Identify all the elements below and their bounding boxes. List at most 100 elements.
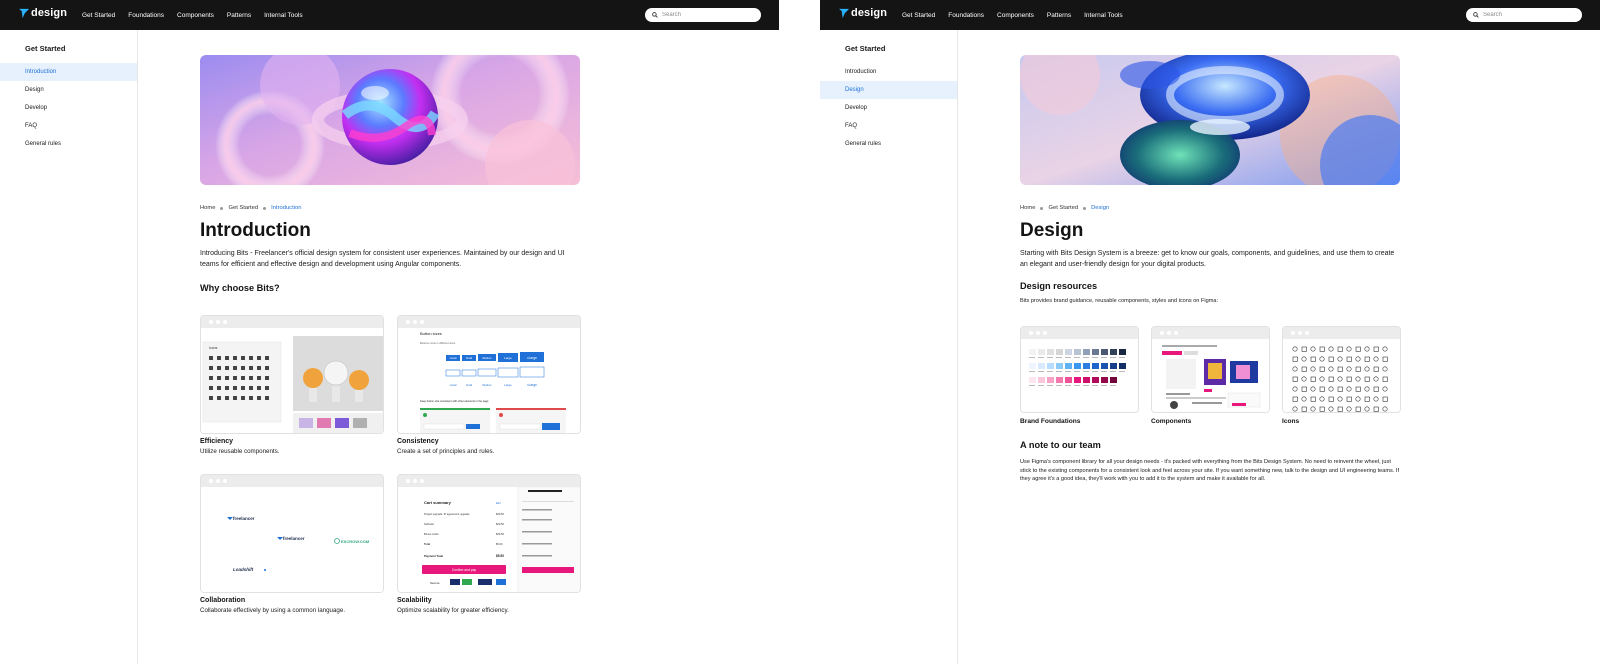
sidebar-item-design[interactable]: Design xyxy=(0,81,137,99)
breadcrumb-get-started[interactable]: Get Started xyxy=(1048,205,1078,211)
breadcrumb: Home Get Started Design xyxy=(1020,205,1109,211)
nav-item-components[interactable]: Components xyxy=(177,12,214,19)
card-title: Efficiency xyxy=(200,438,234,445)
svg-text:Confirm and pay: Confirm and pay xyxy=(452,568,477,572)
search-icon xyxy=(652,12,658,18)
card-description: Create a set of principles and rules. xyxy=(397,448,495,455)
brand-loadshift: Loadshift xyxy=(233,567,254,572)
cart-title: Cart summary xyxy=(424,500,452,505)
brand-escrow: ESCROW.COM xyxy=(341,539,370,544)
breadcrumb-separator xyxy=(1083,206,1087,210)
svg-text:$5.00: $5.00 xyxy=(496,542,503,546)
search-icon xyxy=(1473,12,1479,18)
svg-text:Total: Total xyxy=(424,542,430,546)
nav-item-patterns[interactable]: Patterns xyxy=(227,12,251,19)
note-text: Use Figma's component library for all yo… xyxy=(1020,459,1400,483)
breadcrumb-home[interactable]: Home xyxy=(200,205,215,211)
top-navbar: design Get Started Foundations Component… xyxy=(0,0,779,30)
card-description: Collaborate effectively by using a commo… xyxy=(200,607,346,614)
svg-text:$20.50: $20.50 xyxy=(496,512,504,516)
svg-text:Small: Small xyxy=(466,384,472,387)
resource-card-title: Components xyxy=(1151,418,1192,425)
freelancer-bird-icon xyxy=(19,8,30,18)
button-sizes-subtitle: Buttons come in different sizes xyxy=(420,341,456,345)
svg-text:Secure: Secure xyxy=(430,581,440,585)
nav-menu: Get Started Foundations Components Patte… xyxy=(82,0,303,30)
hero-image xyxy=(1020,55,1400,185)
sidebar-item-general-rules[interactable]: General rules xyxy=(820,135,957,153)
sidebar-item-faq[interactable]: FAQ xyxy=(0,117,137,135)
brand-freelancer: freelancer xyxy=(233,516,255,521)
intro-text: Starting with Bits Design System is a br… xyxy=(1020,250,1395,268)
search-input[interactable] xyxy=(662,12,757,18)
search-box[interactable] xyxy=(645,8,761,22)
intro-text: Introducing Bits - Freelancer's official… xyxy=(200,250,565,268)
page-title: Introduction xyxy=(200,220,311,241)
sidebar-item-general-rules[interactable]: General rules xyxy=(0,135,137,153)
brand-freelancer: freelancer xyxy=(283,536,305,541)
hero-image xyxy=(200,55,580,185)
resource-card-title: Brand Foundations xyxy=(1020,418,1081,425)
breadcrumb-separator xyxy=(1040,206,1044,210)
breadcrumb-home[interactable]: Home xyxy=(1020,205,1035,211)
logo-text: design xyxy=(31,7,68,19)
svg-text:Edit: Edit xyxy=(496,501,501,505)
sidebar-item-faq[interactable]: FAQ xyxy=(820,117,957,135)
card-preview: Icons xyxy=(200,315,384,434)
search-input[interactable] xyxy=(1483,12,1578,18)
svg-text:xsmall: xsmall xyxy=(450,357,457,360)
svg-text:Small: Small xyxy=(466,357,472,360)
svg-text:Large: Large xyxy=(504,356,512,360)
card-preview xyxy=(1282,326,1401,413)
logo-text: design xyxy=(851,7,888,19)
sidebar-item-design[interactable]: Design xyxy=(820,81,957,99)
nav-item-get-started[interactable]: Get Started xyxy=(902,12,935,19)
svg-text:Project upgrade: IP agreement: Project upgrade: IP agreement upgrade xyxy=(424,512,470,516)
card-title: Collaboration xyxy=(200,597,246,604)
svg-text:Medium: Medium xyxy=(482,383,491,387)
sidebar-item-introduction[interactable]: Introduction xyxy=(0,63,137,81)
card-preview xyxy=(1020,326,1139,413)
card-preview: Cart summary Edit Project upgrade: IP ag… xyxy=(397,474,581,593)
sidebar-item-introduction[interactable]: Introduction xyxy=(820,63,957,81)
logo[interactable]: design xyxy=(839,7,887,19)
svg-text:Bonus credit: Bonus credit xyxy=(424,532,439,536)
button-sizes-title: Button sizes xyxy=(420,331,442,336)
breadcrumb-separator xyxy=(263,206,267,210)
breadcrumb-current: Design xyxy=(1091,205,1110,211)
search-box[interactable] xyxy=(1466,8,1582,22)
page-design: design Get Started Foundations Component… xyxy=(820,0,1600,664)
card-description: Optimize scalability for greater efficie… xyxy=(397,607,509,614)
svg-text:Subtotal: Subtotal xyxy=(424,522,434,526)
sidebar-heading: Get Started xyxy=(845,44,886,53)
breadcrumb: Home Get Started Introduction xyxy=(200,205,301,211)
card-description: Utilize reusable components. xyxy=(200,448,280,455)
svg-text:xLarge: xLarge xyxy=(527,356,537,360)
svg-text:Large: Large xyxy=(504,383,512,387)
sidebar: Get Started Introduction Design Develop … xyxy=(820,30,958,664)
icons-panel-label: Icons xyxy=(209,346,218,350)
nav-item-foundations[interactable]: Foundations xyxy=(948,12,984,19)
page-introduction: design Get Started Foundations Component… xyxy=(0,0,779,664)
logo[interactable]: design xyxy=(19,7,67,19)
sidebar-item-develop[interactable]: Develop xyxy=(0,99,137,117)
nav-item-components[interactable]: Components xyxy=(997,12,1034,19)
top-navbar: design Get Started Foundations Component… xyxy=(820,0,1600,30)
section-title-why-bits: Why choose Bits? xyxy=(200,283,280,293)
nav-item-internal-tools[interactable]: Internal Tools xyxy=(264,12,303,19)
nav-item-foundations[interactable]: Foundations xyxy=(128,12,164,19)
svg-text:xsmall: xsmall xyxy=(450,384,457,387)
breadcrumb-get-started[interactable]: Get Started xyxy=(228,205,258,211)
sidebar-item-develop[interactable]: Develop xyxy=(820,99,957,117)
consistency-note: Keep button size consistent with other e… xyxy=(420,399,489,403)
sidebar-heading: Get Started xyxy=(25,44,66,53)
section-title-design-resources: Design resources xyxy=(1020,281,1098,291)
sidebar-list: Introduction Design Develop FAQ General … xyxy=(820,63,957,153)
nav-item-internal-tools[interactable]: Internal Tools xyxy=(1084,12,1123,19)
svg-text:Medium: Medium xyxy=(482,356,491,360)
nav-item-get-started[interactable]: Get Started xyxy=(82,12,115,19)
sidebar: Get Started Introduction Design Develop … xyxy=(0,30,138,664)
svg-text:$5.50: $5.50 xyxy=(496,554,504,558)
nav-item-patterns[interactable]: Patterns xyxy=(1047,12,1071,19)
nav-menu: Get Started Foundations Components Patte… xyxy=(902,0,1123,30)
